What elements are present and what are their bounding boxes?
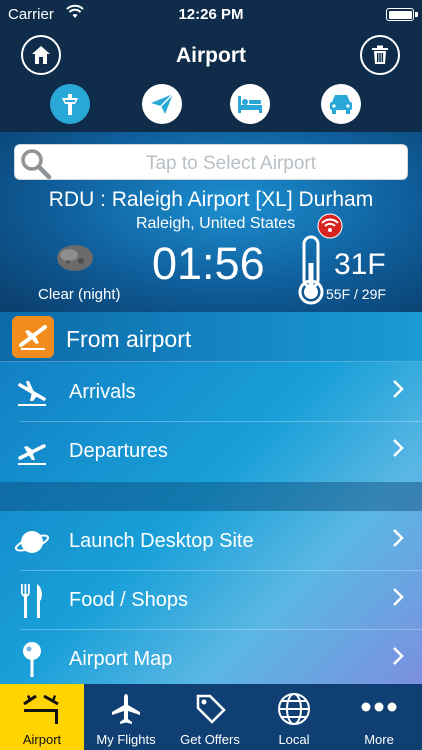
departures-icon <box>14 434 50 470</box>
menu-item-label: Airport Map <box>69 648 173 670</box>
hotel-mode-button[interactable] <box>230 84 270 124</box>
airport-name: RDU : Raleigh Airport [XL] Durham <box>48 188 374 211</box>
tab-label: Local <box>278 732 310 747</box>
thermometer-icon <box>296 235 326 310</box>
bed-icon <box>238 96 262 113</box>
search-placeholder: Tap to Select Airport <box>145 153 317 174</box>
menu-item-departures[interactable]: Departures <box>0 422 422 481</box>
tab-label: My Flights <box>96 732 156 747</box>
airport-search-field[interactable]: Tap to Select Airport <box>14 144 408 180</box>
trash-icon <box>372 45 388 64</box>
menu-item-food-shops[interactable]: Food / Shops <box>0 571 422 630</box>
section-header: From airport <box>0 312 422 362</box>
tab-bar: Airport My Flights Get Offers Local More <box>0 684 422 750</box>
current-temperature: 31F <box>334 248 386 281</box>
menu-item-arrivals[interactable]: Arrivals <box>0 363 422 422</box>
departing-plane-icon <box>12 316 54 358</box>
menu-item-label: Arrivals <box>69 381 136 403</box>
globe-icon <box>252 692 336 726</box>
price-tag-icon <box>168 692 252 724</box>
menu-item-label: Launch Desktop Site <box>69 530 254 552</box>
temperature-range: 55F / 29F <box>326 286 386 302</box>
car-icon <box>330 95 352 114</box>
chevron-right-icon <box>392 379 404 404</box>
app-header: Airport <box>0 30 422 132</box>
menu-item-label: Food / Shops <box>69 589 188 611</box>
menu-item-launch-desktop-site[interactable]: Launch Desktop Site <box>0 512 422 571</box>
planet-icon <box>14 524 50 560</box>
chevron-right-icon <box>392 438 404 463</box>
chevron-right-icon <box>392 587 404 612</box>
more-dots-icon <box>336 692 422 722</box>
moon-icon <box>55 243 95 278</box>
battery-icon <box>386 8 418 21</box>
tab-label: Airport <box>22 732 62 747</box>
tab-local[interactable]: Local <box>252 684 336 750</box>
flight-mode-button[interactable] <box>142 84 182 124</box>
tab-more[interactable]: More <box>336 684 422 750</box>
page-title: Airport <box>176 44 246 67</box>
airport-info-panel: Tap to Select Airport RDU : Raleigh Airp… <box>0 132 422 312</box>
status-bar: Carrier 12:26 PM <box>0 0 422 30</box>
tab-label: More <box>364 732 394 747</box>
map-pin-icon <box>14 642 50 678</box>
paper-plane-icon <box>151 93 174 114</box>
chevron-right-icon <box>392 528 404 553</box>
chevron-right-icon <box>392 646 404 671</box>
tab-label: Get Offers <box>180 732 240 747</box>
search-icon <box>21 149 52 180</box>
status-time: 12:26 PM <box>178 6 244 23</box>
control-tower-icon <box>62 94 78 115</box>
tab-airport[interactable]: Airport <box>0 684 84 750</box>
menu-item-airport-map[interactable]: Airport Map <box>0 630 422 689</box>
weather-description: Clear (night) <box>38 286 121 303</box>
fork-knife-icon <box>14 583 50 619</box>
section-title: From airport <box>66 326 192 352</box>
airplane-icon <box>84 692 168 726</box>
tab-my-flights[interactable]: My Flights <box>84 684 168 750</box>
menu-item-label: Departures <box>69 440 168 462</box>
section-divider <box>0 482 422 511</box>
airport-location: Raleigh, United States <box>136 215 296 232</box>
airport-tab-icon <box>0 692 84 726</box>
car-mode-button[interactable] <box>321 84 361 124</box>
delete-button[interactable] <box>360 35 400 75</box>
arrivals-icon <box>14 375 50 411</box>
airport-mode-button[interactable] <box>50 84 90 124</box>
tab-get-offers[interactable]: Get Offers <box>168 684 252 750</box>
local-time: 01:56 <box>152 238 265 289</box>
